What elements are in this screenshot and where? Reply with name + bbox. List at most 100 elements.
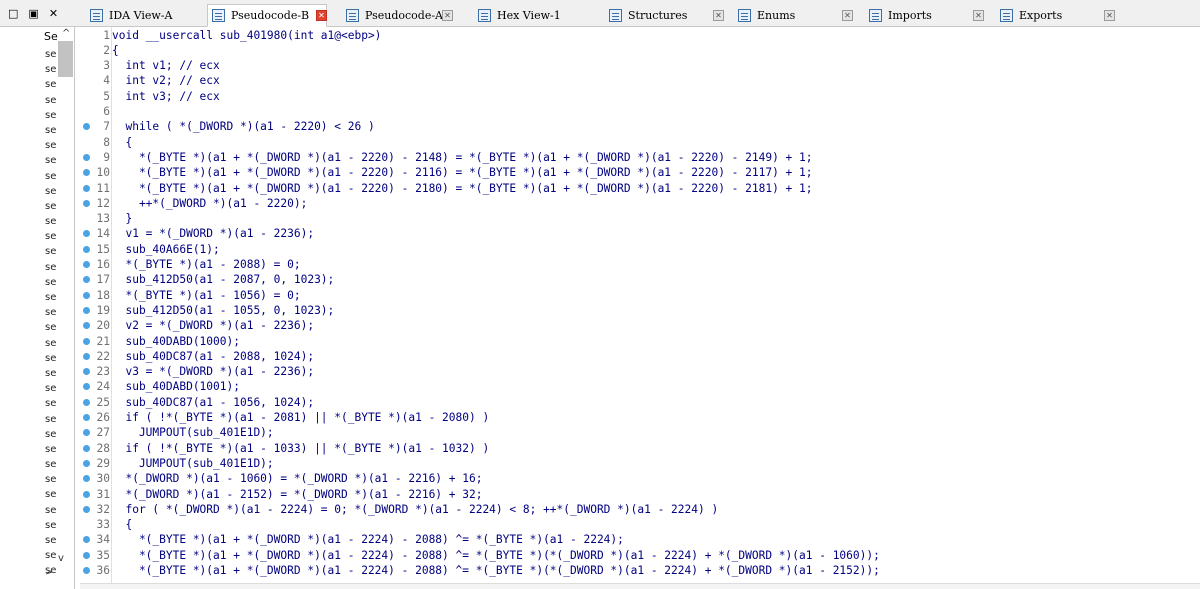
code-line[interactable]: 36 *(_BYTE *)(a1 + *(_DWORD *)(a1 - 2224…	[80, 563, 1190, 578]
breakpoint-dot-icon[interactable]	[83, 199, 90, 207]
breakpoint-dot-icon[interactable]	[83, 153, 90, 161]
tab-close-icon[interactable]: ✕	[842, 10, 853, 21]
function-list-item[interactable]: se	[45, 548, 59, 563]
code-line[interactable]: 15 sub_40A66E(1);	[80, 242, 1190, 257]
code-text[interactable]: sub_40A66E(1);	[112, 242, 219, 257]
code-text[interactable]: sub_40DC87(a1 - 1056, 1024);	[112, 395, 314, 410]
code-text[interactable]: *(_BYTE *)(a1 + *(_DWORD *)(a1 - 2220) -…	[112, 150, 813, 165]
code-line[interactable]: 26 if ( !*(_BYTE *)(a1 - 2081) || *(_BYT…	[80, 410, 1190, 425]
code-line[interactable]: 11 *(_BYTE *)(a1 + *(_DWORD *)(a1 - 2220…	[80, 181, 1190, 196]
code-text[interactable]: *(_BYTE *)(a1 + *(_DWORD *)(a1 - 2224) -…	[112, 532, 624, 547]
breakpoint-dot-icon[interactable]	[83, 383, 90, 391]
code-text[interactable]: *(_DWORD *)(a1 - 2152) = *(_DWORD *)(a1 …	[112, 487, 482, 502]
code-line[interactable]: 16 *(_BYTE *)(a1 - 2088) = 0;	[80, 257, 1190, 272]
float-icon[interactable]: ▣	[28, 7, 38, 20]
code-text[interactable]: sub_412D50(a1 - 1055, 0, 1023);	[112, 303, 334, 318]
function-list-item[interactable]: se	[45, 199, 59, 214]
breakpoint-dot-icon[interactable]	[83, 245, 90, 253]
code-line[interactable]: 20 v2 = *(_DWORD *)(a1 - 2236);	[80, 318, 1190, 333]
function-list-item[interactable]: se	[45, 366, 59, 381]
function-list-item[interactable]: se	[45, 472, 59, 487]
breakpoint-dot-icon[interactable]	[83, 322, 90, 330]
breakpoint-dot-icon[interactable]	[83, 352, 90, 360]
tab-enums[interactable]: Enums ✕	[733, 4, 853, 26]
function-list-item[interactable]: se	[45, 487, 59, 502]
breakpoint-dot-icon[interactable]	[83, 337, 90, 345]
function-list-item[interactable]: se	[45, 138, 59, 153]
code-text[interactable]: {	[112, 43, 119, 58]
breakpoint-dot-icon[interactable]	[83, 261, 90, 268]
code-text[interactable]: *(_BYTE *)(a1 + *(_DWORD *)(a1 - 2224) -…	[112, 548, 880, 563]
function-list-item[interactable]: se	[45, 305, 59, 320]
code-text[interactable]: {	[112, 517, 132, 532]
function-list-item[interactable]: se	[45, 396, 59, 411]
code-text[interactable]: v1 = *(_DWORD *)(a1 - 2236);	[112, 226, 314, 241]
function-list-item[interactable]: se	[45, 153, 59, 168]
code-text[interactable]: int v1; // ecx	[112, 58, 219, 73]
code-text[interactable]: JUMPOUT(sub_401E1D);	[112, 456, 274, 471]
code-text[interactable]: *(_BYTE *)(a1 + *(_DWORD *)(a1 - 2224) -…	[112, 563, 880, 578]
breakpoint-dot-icon[interactable]	[83, 169, 90, 177]
code-text[interactable]: void __usercall sub_401980(int a1@<ebp>)	[112, 28, 381, 43]
function-list-item[interactable]: se	[45, 518, 59, 533]
code-text[interactable]: *(_BYTE *)(a1 - 2088) = 0;	[112, 257, 300, 272]
breakpoint-dot-icon[interactable]	[83, 536, 90, 544]
code-text[interactable]: *(_BYTE *)(a1 - 1056) = 0;	[112, 288, 300, 303]
tab-pseudocode-b[interactable]: Pseudocode-B ✕	[207, 4, 327, 27]
code-line[interactable]: 23 v3 = *(_DWORD *)(a1 - 2236);	[80, 364, 1190, 379]
breakpoint-dot-icon[interactable]	[83, 567, 90, 574]
tab-ida-view-a[interactable]: IDA View-A	[85, 4, 200, 26]
tab-pseudocode-a[interactable]: Pseudocode-A ✕	[341, 4, 459, 26]
code-line[interactable]: 35 *(_BYTE *)(a1 + *(_DWORD *)(a1 - 2224…	[80, 548, 1190, 563]
code-text[interactable]: sub_412D50(a1 - 2087, 0, 1023);	[112, 272, 334, 287]
breakpoint-dot-icon[interactable]	[83, 276, 90, 284]
code-line[interactable]: 6	[80, 104, 1190, 119]
breakpoint-dot-icon[interactable]	[83, 459, 90, 467]
functions-panel-header[interactable]: Se	[44, 30, 58, 43]
code-line[interactable]: 31 *(_DWORD *)(a1 - 2152) = *(_DWORD *)(…	[80, 487, 1190, 502]
breakpoint-dot-icon[interactable]	[83, 184, 90, 192]
code-text[interactable]: sub_40DC87(a1 - 2088, 1024);	[112, 349, 314, 364]
code-line[interactable]: 2{	[80, 43, 1190, 58]
code-text[interactable]: *(_BYTE *)(a1 + *(_DWORD *)(a1 - 2220) -…	[112, 165, 813, 180]
code-line[interactable]: 33 {	[80, 517, 1190, 532]
code-text[interactable]: int v3; // ecx	[112, 89, 219, 104]
tab-close-icon[interactable]: ✕	[442, 10, 453, 21]
breakpoint-dot-icon[interactable]	[83, 398, 90, 406]
code-line[interactable]: 32 for ( *(_DWORD *)(a1 - 2224) = 0; *(_…	[80, 502, 1190, 517]
code-line[interactable]: 14 v1 = *(_DWORD *)(a1 - 2236);	[80, 226, 1190, 241]
tab-hex-view-1[interactable]: Hex View-1	[473, 4, 593, 26]
function-list-item[interactable]: se	[45, 77, 59, 92]
code-text[interactable]: {	[112, 135, 132, 150]
code-text[interactable]: *(_DWORD *)(a1 - 1060) = *(_DWORD *)(a1 …	[112, 471, 482, 486]
code-line[interactable]: 25 sub_40DC87(a1 - 1056, 1024);	[80, 395, 1190, 410]
code-text[interactable]: }	[112, 211, 132, 226]
code-line[interactable]: 28 if ( !*(_BYTE *)(a1 - 1033) || *(_BYT…	[80, 441, 1190, 456]
code-text[interactable]: if ( !*(_BYTE *)(a1 - 1033) || *(_BYTE *…	[112, 441, 489, 456]
tab-close-icon[interactable]: ✕	[973, 10, 984, 21]
function-list-item[interactable]: se	[45, 442, 59, 457]
close-icon[interactable]: ✕	[49, 7, 58, 20]
tab-imports[interactable]: Imports ✕	[864, 4, 984, 26]
code-line[interactable]: 18 *(_BYTE *)(a1 - 1056) = 0;	[80, 288, 1190, 303]
code-line[interactable]: 27 JUMPOUT(sub_401E1D);	[80, 425, 1190, 440]
function-list-item[interactable]: se	[45, 275, 59, 290]
function-list-item[interactable]: se	[45, 108, 59, 123]
code-line[interactable]: 21 sub_40DABD(1000);	[80, 334, 1190, 349]
function-list-item[interactable]: se	[45, 62, 59, 77]
breakpoint-dot-icon[interactable]	[83, 444, 90, 452]
breakpoint-dot-icon[interactable]	[83, 291, 90, 299]
code-line[interactable]: 10 *(_BYTE *)(a1 + *(_DWORD *)(a1 - 2220…	[80, 165, 1190, 180]
function-list-item[interactable]: se	[45, 351, 59, 366]
code-line[interactable]: 13 }	[80, 211, 1190, 226]
code-line[interactable]: 1 void __usercall sub_401980(int a1@<ebp>…	[80, 28, 1190, 43]
function-list-item[interactable]: se	[45, 320, 59, 335]
breakpoint-dot-icon[interactable]	[83, 306, 90, 314]
code-text[interactable]: *(_BYTE *)(a1 + *(_DWORD *)(a1 - 2220) -…	[112, 181, 813, 196]
restore-icon[interactable]: □	[8, 7, 18, 20]
code-text[interactable]: ++*(_DWORD *)(a1 - 2220);	[112, 196, 307, 211]
code-line[interactable]: 3 int v1; // ecx	[80, 58, 1190, 73]
code-text[interactable]: while ( *(_DWORD *)(a1 - 2220) < 26 )	[112, 119, 374, 134]
code-line[interactable]: 22 sub_40DC87(a1 - 2088, 1024);	[80, 349, 1190, 364]
code-text[interactable]: v3 = *(_DWORD *)(a1 - 2236);	[112, 364, 314, 379]
